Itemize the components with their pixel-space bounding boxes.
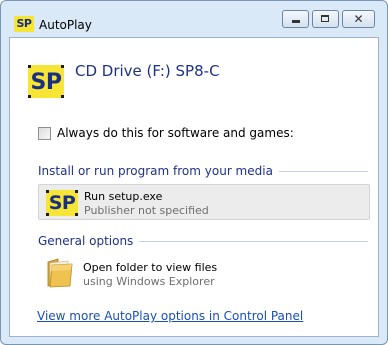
close-icon: ✕ <box>353 12 364 26</box>
option-title: Run setup.exe <box>84 190 163 203</box>
drive-logo-icon: SP <box>28 65 64 98</box>
minimize-icon <box>292 20 300 23</box>
option-title: Open folder to view files <box>83 261 218 274</box>
sp-logo-icon: SP <box>14 16 34 32</box>
run-setup-option[interactable]: SP Run setup.exe Publisher not specified <box>38 184 370 220</box>
sp-logo-icon: SP <box>46 190 78 216</box>
logo-corner-mark <box>75 213 78 216</box>
section-header-install: Install or run program from your media <box>38 163 368 179</box>
logo-corner-mark <box>46 190 49 193</box>
section-header-general: General options <box>38 233 368 249</box>
minimize-button[interactable] <box>282 10 309 28</box>
option-subtitle: using Windows Explorer <box>83 275 215 288</box>
control-panel-link[interactable]: View more AutoPlay options in Control Pa… <box>37 309 303 323</box>
always-do-this-checkbox[interactable] <box>38 127 51 140</box>
section-divider <box>139 240 368 242</box>
maximize-button[interactable] <box>312 10 339 28</box>
logo-corner-mark <box>75 190 78 193</box>
section-header-label: General options <box>38 234 134 248</box>
logo-corner-mark <box>61 95 64 98</box>
always-do-this-label[interactable]: Always do this for software and games: <box>57 126 294 140</box>
section-header-label: Install or run program from your media <box>38 164 273 178</box>
close-button[interactable]: ✕ <box>342 10 375 28</box>
title-bar[interactable]: SP AutoPlay ✕ <box>1 1 387 35</box>
window-title: AutoPlay <box>39 18 92 32</box>
folder-icon <box>47 258 73 288</box>
drive-logo-text: SP <box>30 70 62 95</box>
maximize-icon <box>321 15 329 22</box>
option-logo-text: SP <box>48 192 76 214</box>
logo-corner-mark <box>28 95 31 98</box>
section-divider <box>278 170 368 172</box>
open-folder-option[interactable]: Open folder to view files using Windows … <box>38 254 370 290</box>
logo-corner-mark <box>61 65 64 68</box>
logo-corner-mark <box>28 65 31 68</box>
option-subtitle: Publisher not specified <box>84 204 209 217</box>
logo-corner-mark <box>46 213 49 216</box>
drive-title: CD Drive (F:) SP8-C <box>75 62 220 80</box>
title-logo-text: SP <box>16 17 32 30</box>
